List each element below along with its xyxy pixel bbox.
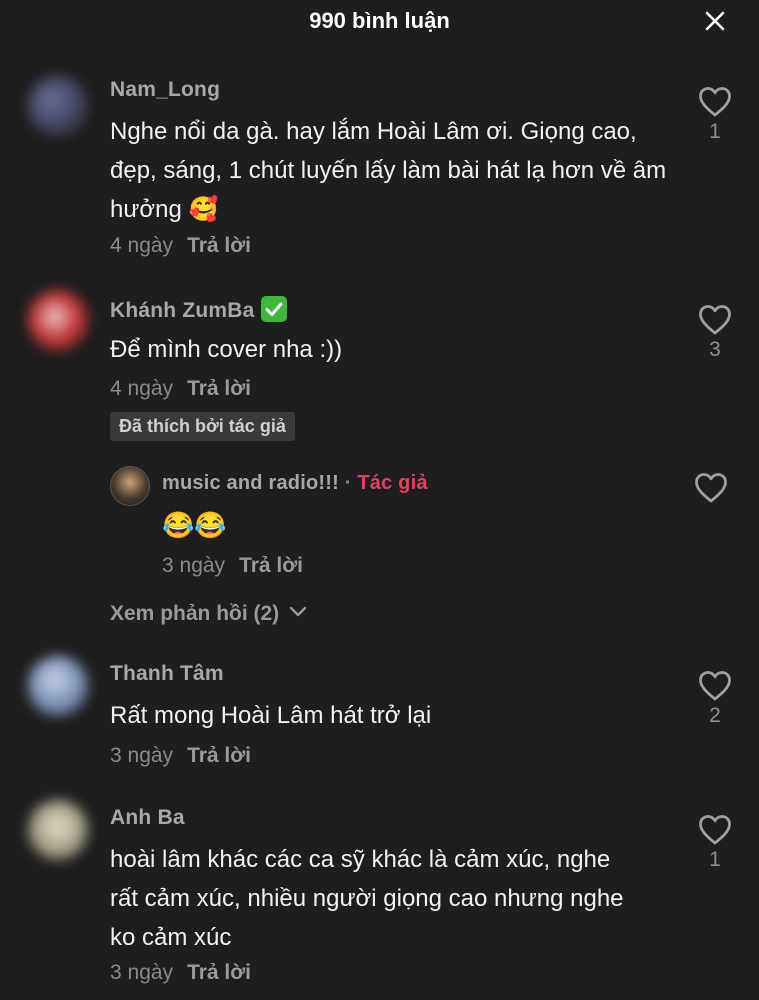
comment-time: 4 ngày — [110, 377, 174, 400]
avatar[interactable] — [28, 656, 88, 716]
view-replies-button[interactable]: Xem phản hồi (2) — [110, 602, 307, 626]
comment-meta: 4 ngày Trả lời — [110, 234, 251, 258]
avatar[interactable] — [28, 290, 88, 350]
check-badge-icon — [260, 296, 287, 322]
comment-meta: 4 ngày Trả lời — [110, 377, 251, 401]
comment-username[interactable]: Khánh ZumBa — [110, 296, 287, 323]
comment-text: Rất mong Hoài Lâm hát trở lại — [110, 702, 432, 729]
comment-time: 4 ngày — [110, 234, 174, 257]
close-icon — [705, 11, 725, 31]
author-tag: Tác giả — [357, 472, 428, 494]
reply-time: 3 ngày — [162, 554, 226, 577]
reply-button[interactable]: Trả lời — [187, 744, 251, 767]
close-button[interactable] — [700, 6, 730, 36]
heart-outline-icon — [699, 815, 731, 845]
like-count: 3 — [709, 338, 721, 361]
reply-button[interactable]: Trả lời — [239, 554, 303, 577]
avatar[interactable] — [28, 76, 88, 136]
reply-button[interactable]: Trả lời — [187, 377, 251, 400]
reply-button[interactable]: Trả lời — [187, 961, 251, 984]
reply-button[interactable]: Trả lời — [187, 234, 251, 257]
heart-outline-icon — [699, 87, 731, 117]
comment-text: Để mình cover nha :)) — [110, 336, 343, 363]
liked-by-author-badge: Đã thích bởi tác giả — [110, 412, 295, 441]
chevron-down-icon — [289, 606, 307, 617]
comment-meta: 3 ngày Trả lời — [110, 744, 251, 768]
like-count: 2 — [709, 704, 721, 727]
heart-outline-icon — [695, 473, 727, 503]
heart-outline-icon — [699, 305, 731, 335]
comment-username[interactable]: Anh Ba — [110, 806, 185, 830]
like-button[interactable]: 1 — [695, 814, 735, 872]
reply-text: 😂😂 — [162, 510, 227, 540]
like-count: 1 — [709, 848, 721, 871]
like-count: 1 — [709, 120, 721, 143]
like-button[interactable]: 2 — [695, 670, 735, 728]
comment-username[interactable]: Thanh Tâm — [110, 662, 224, 686]
comment-time: 3 ngày — [110, 744, 174, 767]
like-button[interactable] — [691, 472, 731, 504]
reply-meta: 3 ngày Trả lời — [162, 554, 303, 578]
comment-username[interactable]: Nam_Long — [110, 78, 220, 102]
reply-username[interactable]: music and radio!!! — [162, 472, 339, 494]
comment-text: Nghe nổi da gà. hay lắm Hoài Lâm ơi. Giọ… — [110, 118, 667, 223]
comment-time: 3 ngày — [110, 961, 174, 984]
separator-dot: · — [344, 472, 352, 494]
view-replies-label: Xem phản hồi (2) — [110, 602, 280, 625]
header-title: 990 bình luận — [309, 8, 450, 33]
heart-outline-icon — [699, 671, 731, 701]
avatar[interactable] — [28, 800, 88, 860]
comment-meta: 3 ngày Trả lời — [110, 961, 251, 985]
reply-username-line: music and radio!!! · Tác giả — [162, 472, 428, 495]
comment-text: hoài lâm khác các ca sỹ khác là cảm xúc,… — [110, 846, 624, 951]
like-button[interactable]: 1 — [695, 86, 735, 144]
comment-username-text: Khánh ZumBa — [110, 299, 255, 322]
author-avatar[interactable] — [110, 466, 150, 506]
like-button[interactable]: 3 — [695, 304, 735, 362]
